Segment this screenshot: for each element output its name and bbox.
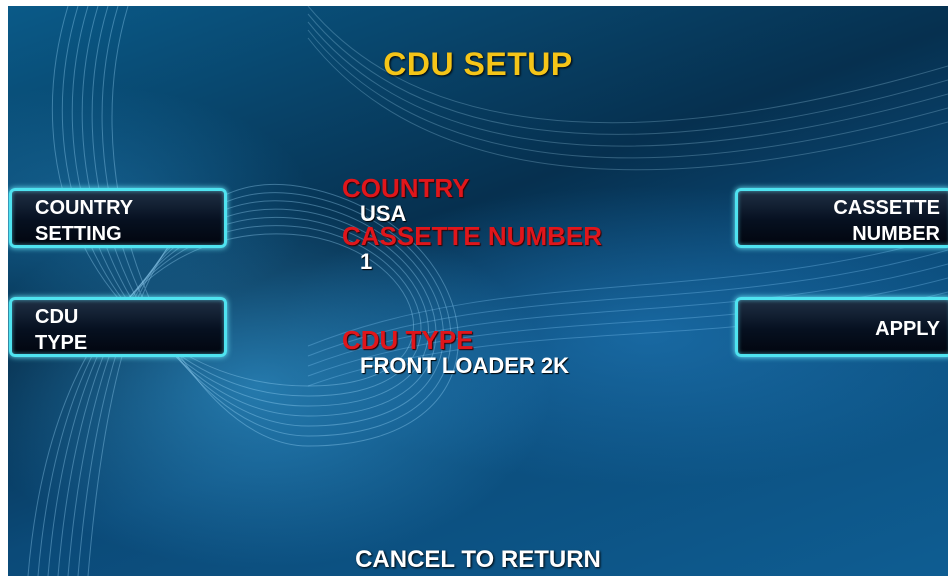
cassette-number-label: CASSETTE NUMBER	[342, 221, 603, 251]
cassette-number-label-line1: CASSETTE	[833, 197, 940, 219]
cdu-type-info: CDU TYPE FRONT LOADER 2K	[342, 326, 569, 378]
country-setting-label-line1: COUNTRY	[35, 197, 134, 219]
cassette-number-button[interactable]: CASSETTE NUMBER	[735, 188, 948, 248]
apply-label: APPLY	[875, 318, 940, 340]
country-info: COUNTRY USA	[342, 174, 470, 226]
cdu-type-value: FRONT LOADER 2K	[360, 353, 569, 378]
cdu-type-button[interactable]: CDU TYPE	[9, 297, 227, 357]
atm-screen: CDU SETUP COUNTRY SETTING CDU TYPE CASSE…	[8, 6, 948, 576]
cdu-type-label-line2: TYPE	[35, 332, 88, 354]
cassette-number-label-line2: NUMBER	[852, 223, 940, 245]
cdu-type-label: CDU TYPE	[342, 325, 474, 355]
cassette-number-value: 1	[360, 249, 373, 274]
page-title: CDU SETUP	[383, 46, 573, 82]
apply-button[interactable]: APPLY	[735, 297, 948, 357]
background-wave-graphic	[27, 6, 948, 576]
cancel-to-return-text: CANCEL TO RETURN	[355, 546, 601, 573]
country-setting-button[interactable]: COUNTRY SETTING	[9, 188, 227, 248]
country-label: COUNTRY	[342, 173, 470, 203]
cassette-number-info: CASSETTE NUMBER 1	[342, 222, 602, 274]
cdu-type-label-line1: CDU	[35, 306, 79, 328]
country-setting-label-line2: SETTING	[35, 223, 122, 245]
